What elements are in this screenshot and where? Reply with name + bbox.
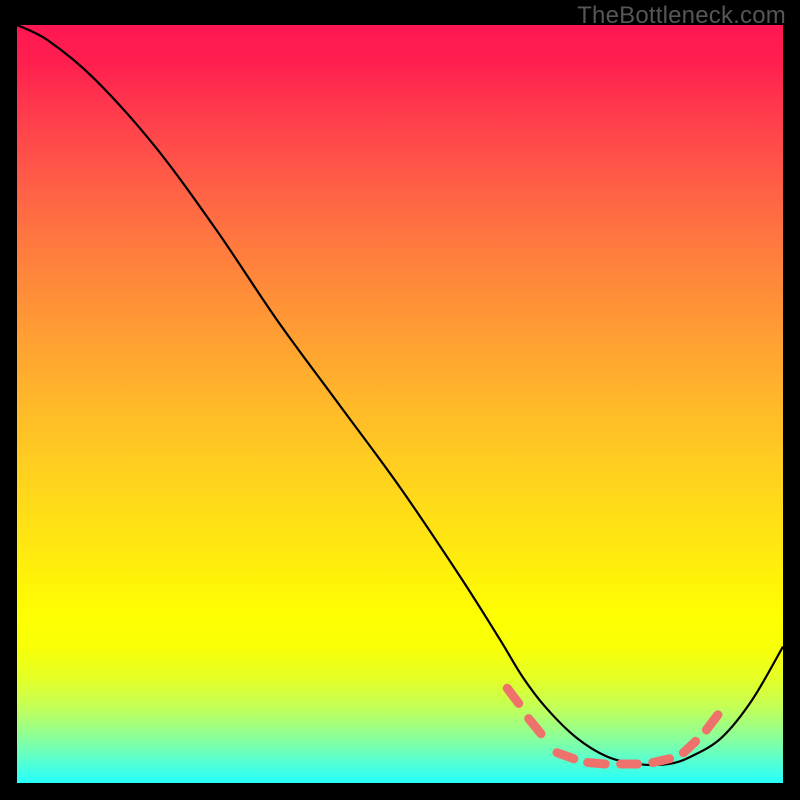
chart-frame: TheBottleneck.com (0, 0, 800, 800)
trough-dash (706, 715, 717, 730)
curve-layer (17, 25, 783, 783)
gradient-plot-area (17, 25, 783, 783)
trough-dash (588, 763, 606, 765)
trough-dash (653, 759, 670, 763)
trough-dash (507, 688, 518, 703)
trough-dash (557, 753, 574, 759)
trough-dash (529, 719, 541, 734)
trough-dash (683, 741, 695, 752)
bottleneck-curve (17, 25, 783, 765)
watermark-text: TheBottleneck.com (577, 2, 786, 30)
